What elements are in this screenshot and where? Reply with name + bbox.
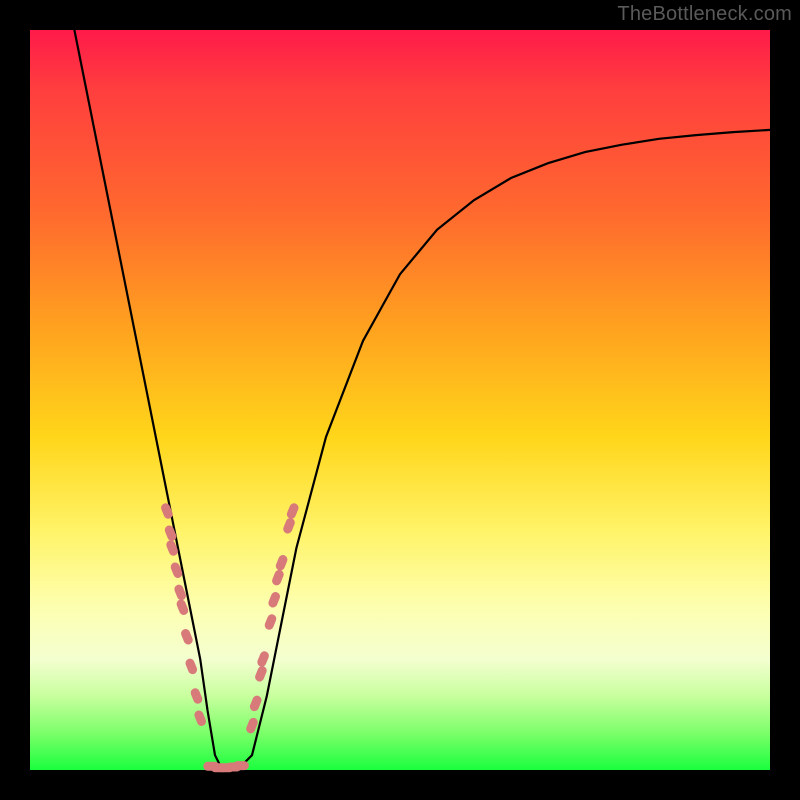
chart-overlay <box>30 30 770 770</box>
data-marker <box>274 554 288 572</box>
data-marker <box>189 687 203 705</box>
data-marker <box>286 502 300 520</box>
data-marker <box>267 591 281 609</box>
data-marker <box>254 665 268 683</box>
data-marker <box>193 709 207 727</box>
markers-left-branch <box>160 502 208 727</box>
data-marker <box>184 657 198 675</box>
markers-right-branch <box>245 502 300 735</box>
bottleneck-curve <box>74 30 770 770</box>
data-marker <box>263 613 277 631</box>
data-marker <box>233 761 249 770</box>
data-marker <box>175 598 189 616</box>
chart-frame: TheBottleneck.com <box>0 0 800 800</box>
data-marker <box>271 568 285 586</box>
data-marker <box>180 628 194 646</box>
data-marker <box>256 650 270 668</box>
data-marker <box>282 517 296 535</box>
markers-bottom <box>203 761 249 772</box>
watermark-text: TheBottleneck.com <box>617 3 792 26</box>
data-marker <box>249 694 263 712</box>
